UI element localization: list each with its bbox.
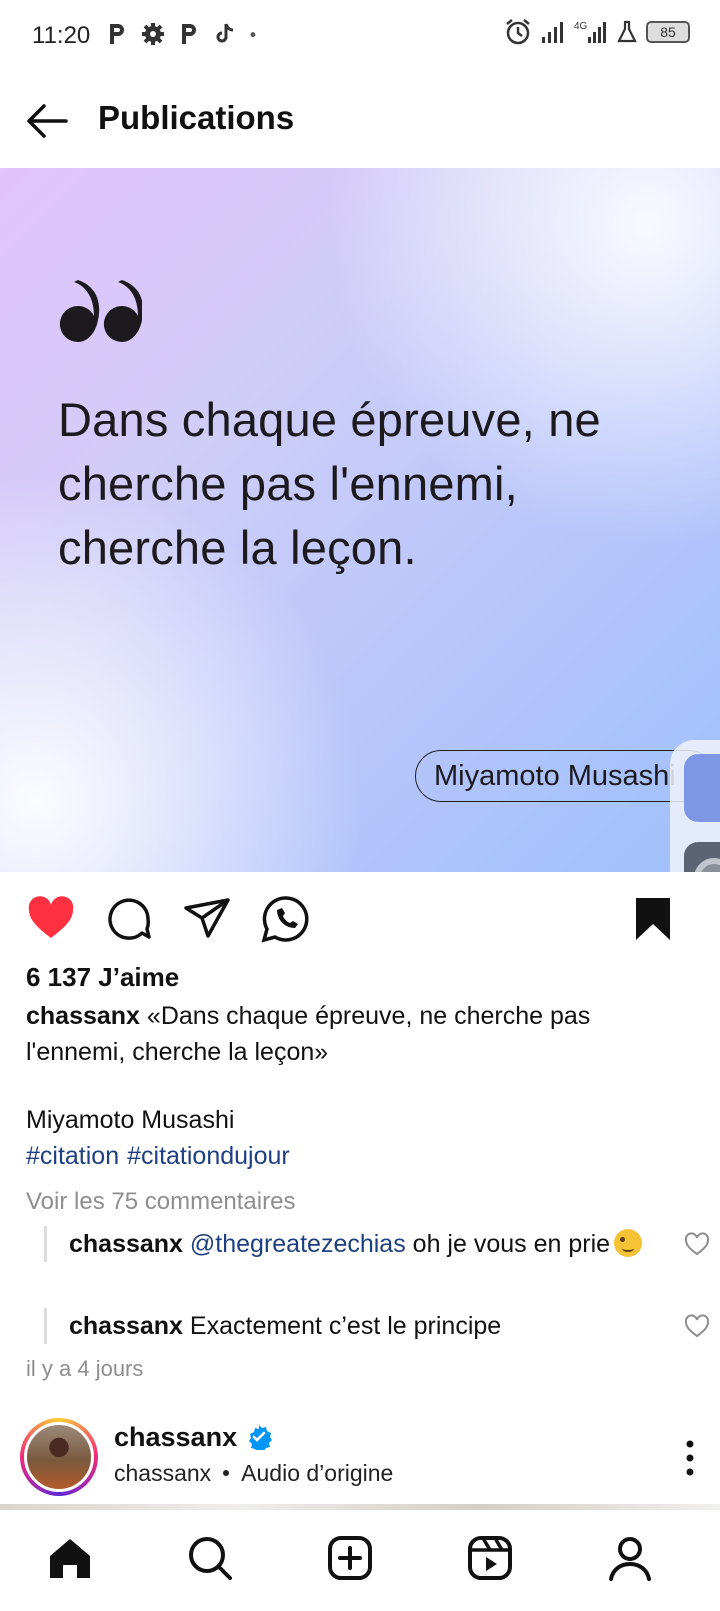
floating-tool-button[interactable] [684, 754, 720, 822]
alarm-icon [506, 19, 530, 45]
status-time: 11:20 [32, 22, 91, 49]
signal-icon [542, 22, 563, 43]
comment-text: Exactement c’est le principe [189, 1312, 502, 1340]
hashtag-link[interactable]: #citationdujour [127, 1142, 290, 1170]
floating-record-button[interactable] [684, 842, 720, 872]
record-icon [694, 858, 720, 872]
status-notification-icons [104, 20, 264, 48]
post-actions [0, 872, 720, 964]
quote-text: Dans chaque épreuve, ne cherche pas l'en… [58, 393, 601, 574]
top-bar: Publications [0, 72, 720, 168]
caption-username[interactable]: chassanx [26, 1002, 140, 1030]
comment-icon[interactable] [104, 894, 154, 944]
next-post-sub-username[interactable]: chassanx [114, 1460, 211, 1486]
battery-icon: 85 [646, 21, 690, 43]
next-post-header: chassanx chassanx Audio d’origine [0, 1400, 720, 1500]
quote-mark-icon [59, 280, 142, 343]
hashtag-link[interactable]: #citation [26, 1142, 119, 1170]
like-heart-icon[interactable] [26, 894, 76, 944]
more-options-icon[interactable] [684, 1438, 696, 1478]
comment-like-icon[interactable] [684, 1232, 710, 1256]
caption-author-line: Miyamoto Musashi [26, 1106, 235, 1134]
reels-icon[interactable] [466, 1534, 514, 1582]
status-bar: 11:20 4G 85 [0, 0, 720, 72]
home-icon[interactable] [46, 1534, 94, 1582]
comment-item: chassanx @thegreatezechias oh je vous en… [44, 1226, 710, 1262]
post-image[interactable]: Dans chaque épreuve, ne cherche pas l'en… [0, 168, 720, 872]
profile-icon[interactable] [606, 1534, 654, 1582]
settings-icon [142, 23, 164, 45]
next-post-username[interactable]: chassanx [114, 1422, 237, 1453]
hashtags: #citation #citationdujour [26, 1142, 298, 1171]
audio-label[interactable]: Audio d’origine [241, 1460, 393, 1486]
separator-dot [223, 1470, 230, 1476]
tiktok-icon [216, 23, 234, 43]
verified-badge-icon [249, 1425, 272, 1450]
comment-mention[interactable]: @thegreatezechias [190, 1230, 406, 1258]
whatsapp-icon[interactable] [260, 894, 310, 944]
4g-signal-icon: 4G [574, 21, 606, 43]
dot-icon [250, 32, 256, 38]
status-system-icons: 4G 85 [504, 18, 690, 46]
p-icon [182, 24, 196, 44]
avatar [24, 1422, 94, 1492]
svg-text:4G: 4G [574, 21, 588, 32]
back-arrow-icon[interactable] [22, 96, 72, 146]
comment-like-icon[interactable] [684, 1314, 710, 1338]
comment-username[interactable]: chassanx [69, 1312, 183, 1340]
lab-icon [617, 20, 637, 43]
bookmark-saved-icon[interactable] [628, 894, 678, 944]
story-ring[interactable] [20, 1418, 98, 1496]
page-title: Publications [98, 99, 295, 136]
next-post-subtitle: chassanx Audio d’origine [114, 1460, 393, 1487]
post-timestamp: il y a 4 jours [26, 1356, 144, 1381]
share-send-icon[interactable] [182, 894, 232, 944]
like-count[interactable]: 6 137 J’aime [26, 962, 179, 993]
comment-item: chassanx Exactement c’est le principe [44, 1308, 710, 1344]
search-icon[interactable] [186, 1534, 234, 1582]
floating-side-panel: ते [670, 740, 720, 872]
comment-text: oh je vous en prie [412, 1230, 611, 1258]
bottom-nav [0, 1510, 720, 1611]
p-icon [110, 24, 124, 44]
caption: chassanx «Dans chaque épreuve, ne cherch… [26, 998, 686, 1070]
wink-emoji-icon [614, 1229, 643, 1257]
comment-username[interactable]: chassanx [69, 1230, 183, 1258]
quote-author: Miyamoto Musashi [434, 760, 676, 792]
view-comments-link[interactable]: Voir les 75 commentaires [26, 1188, 295, 1216]
create-icon[interactable] [326, 1534, 374, 1582]
